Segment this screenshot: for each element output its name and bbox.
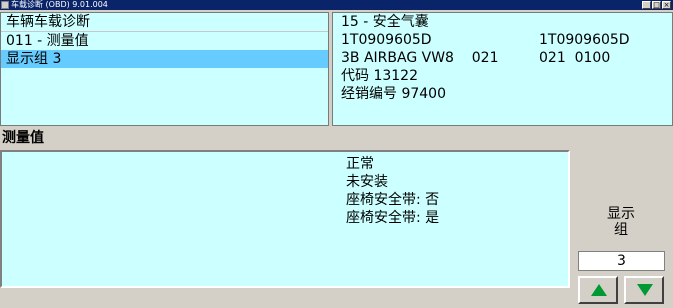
display-group-input[interactable]: 3	[578, 251, 665, 271]
measurements-panel: 正常 未安装 座椅安全带: 否 座椅安全带: 是	[0, 150, 570, 288]
dealer-number: 经销编号 97400	[341, 86, 446, 102]
part-number-row: 1T0909605D 1T0909605D	[333, 31, 672, 49]
title-bar: 车载诊断 (OBD) 9.01.004 _ □ ×	[0, 0, 673, 10]
maximize-button[interactable]: □	[652, 1, 661, 9]
measurement-value: 座椅安全带: 是	[346, 210, 440, 226]
window-controls: _ □ ×	[641, 1, 671, 9]
close-button[interactable]: ×	[662, 1, 671, 9]
display-group-label: 显示组	[598, 206, 644, 238]
component-version: 021 0100	[539, 50, 611, 66]
minimize-button[interactable]: _	[642, 1, 651, 9]
component-id: 3B AIRBAG VW8 021	[341, 50, 499, 66]
function-selection: 011 - 测量值	[6, 33, 89, 49]
down-arrow-icon	[637, 284, 653, 296]
measurement-value: 座椅安全带: 否	[346, 192, 440, 208]
part-number-secondary: 1T0909605D	[539, 32, 630, 48]
app-icon	[1, 1, 9, 9]
up-arrow-icon	[591, 284, 607, 296]
measurement-value: 未安装	[346, 174, 388, 190]
window-title: 车载诊断 (OBD) 9.01.004	[11, 0, 108, 9]
display-group-row[interactable]: 显示组 3	[1, 50, 328, 68]
display-group-label-line: 显示	[607, 206, 635, 222]
control-unit-name: 15 - 安全气囊	[341, 14, 429, 30]
measurements-heading: 测量值	[2, 130, 44, 146]
measurement-value: 正常	[346, 156, 374, 172]
group-down-button[interactable]	[624, 276, 664, 304]
coding-value: 代码 13122	[341, 68, 418, 84]
status-strip	[0, 292, 571, 308]
component-row: 3B AIRBAG VW8 021 021 0100	[333, 49, 672, 67]
control-unit-info-panel: 15 - 安全气囊 1T0909605D 1T0909605D 3B AIRBAG…	[332, 12, 673, 126]
group-up-button[interactable]	[578, 276, 618, 304]
function-panel: 车辆车载诊断 011 - 测量值 显示组 3	[0, 12, 329, 126]
part-number: 1T0909605D	[341, 32, 432, 48]
display-group-label-line: 组	[614, 222, 628, 238]
function-title: 车辆车载诊断	[1, 13, 328, 32]
